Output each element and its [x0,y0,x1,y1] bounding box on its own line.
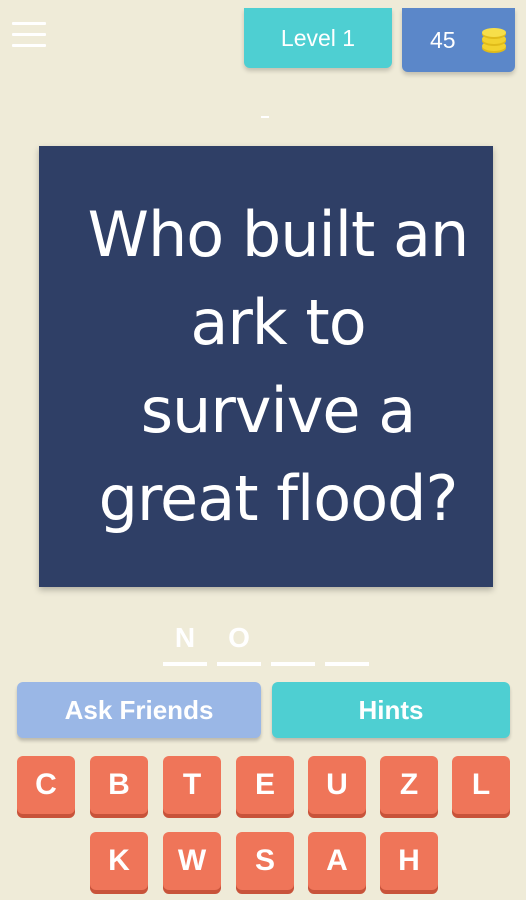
slot-underline [271,662,315,666]
letter-key[interactable]: K [90,832,148,890]
slot-underline [325,662,369,666]
coins-counter[interactable]: 45 [402,8,515,72]
menu-line [12,44,46,47]
slot-underline [163,662,207,666]
coins-count: 45 [430,26,456,53]
letter-key[interactable]: A [308,832,366,890]
slot-underline [217,662,261,666]
coin-stack-icon [482,28,506,53]
answer-slot[interactable]: N [163,622,207,666]
menu-line [12,33,46,36]
letter-key[interactable]: B [90,756,148,814]
letter-key[interactable]: T [163,756,221,814]
letter-key[interactable]: S [236,832,294,890]
letter-key[interactable]: L [452,756,510,814]
answer-slot[interactable] [325,622,369,666]
ask-friends-button[interactable]: Ask Friends [17,682,261,738]
ask-friends-label: Ask Friends [64,694,214,725]
letter-key[interactable]: W [163,832,221,890]
letter-key[interactable]: Z [380,756,438,814]
question-text: Who built an ark to survive a great floo… [87,197,470,535]
answer-letter: O [228,622,250,653]
question-card: Who built an ark to survive a great floo… [39,146,493,587]
divider-dash [261,116,269,118]
level-label: Level 1 [280,24,356,51]
answer-slot[interactable]: O [217,622,261,666]
letter-key[interactable]: H [380,832,438,890]
level-button[interactable]: Level 1 [244,8,392,68]
hints-label: Hints [358,694,424,725]
answer-slot[interactable] [271,622,315,666]
answer-slots: N O [163,622,373,668]
answer-letter: N [174,622,196,653]
letter-key[interactable]: E [236,756,294,814]
hamburger-menu-icon[interactable] [12,22,46,52]
letter-key[interactable]: U [308,756,366,814]
hints-button[interactable]: Hints [272,682,510,738]
letter-key[interactable]: C [17,756,75,814]
menu-line [12,22,46,25]
